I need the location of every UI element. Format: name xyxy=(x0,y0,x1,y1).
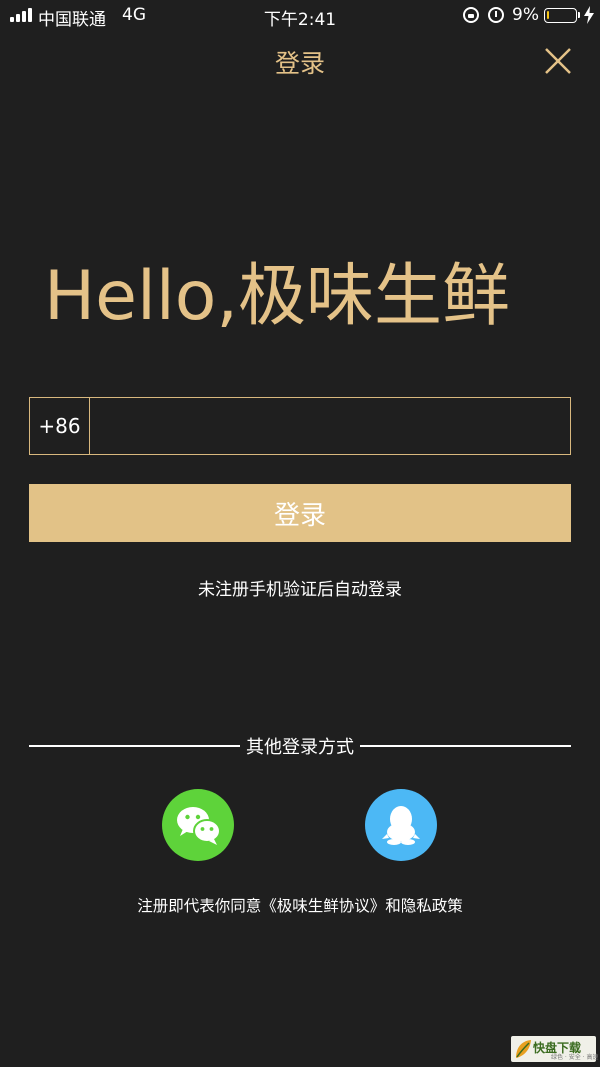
status-bar: 中国联通 4G 下午2:41 9% xyxy=(0,0,600,30)
alarm-icon xyxy=(488,7,504,23)
qq-icon xyxy=(382,806,420,845)
divider-line-right xyxy=(360,745,571,747)
close-icon xyxy=(545,48,571,74)
watermark-leaf-icon xyxy=(516,1040,531,1058)
auto-register-hint: 未注册手机验证后自动登录 xyxy=(198,580,402,600)
login-button[interactable]: 登录 xyxy=(29,484,571,542)
status-time: 下午2:41 xyxy=(263,10,337,30)
close-button[interactable] xyxy=(540,44,574,78)
charging-icon xyxy=(584,6,594,24)
wechat-login-button[interactable] xyxy=(162,789,234,861)
other-login-label: 其他登录方式 xyxy=(246,737,354,758)
country-code-selector[interactable]: +86 xyxy=(30,398,90,454)
watermark-logo: 快盘下载 绿色 · 安全 · 高速 xyxy=(511,1036,599,1062)
rotation-lock-icon xyxy=(463,7,479,23)
page-title: 登录 xyxy=(274,49,325,78)
greeting-title: Hello,极味生鲜 xyxy=(44,257,510,336)
agreement-text[interactable]: 注册即代表你同意《极味生鲜协议》和隐私政策 xyxy=(0,894,600,916)
battery-fill xyxy=(547,11,549,19)
wechat-icon xyxy=(177,807,221,845)
divider-line-left xyxy=(29,745,240,747)
watermark-subtext: 绿色 · 安全 · 高速 xyxy=(551,1054,599,1061)
battery-percent: 9% xyxy=(512,5,539,25)
phone-input-group: +86 xyxy=(29,397,571,455)
phone-number-input[interactable] xyxy=(90,398,570,454)
login-screen: 中国联通 4G 下午2:41 9% 登录 Hello,极味生鲜 +86 登录 未… xyxy=(0,0,600,1067)
qq-login-button[interactable] xyxy=(365,789,437,861)
battery-icon xyxy=(544,8,577,23)
battery-cap xyxy=(578,12,580,18)
other-login-divider: 其他登录方式 xyxy=(29,733,571,759)
